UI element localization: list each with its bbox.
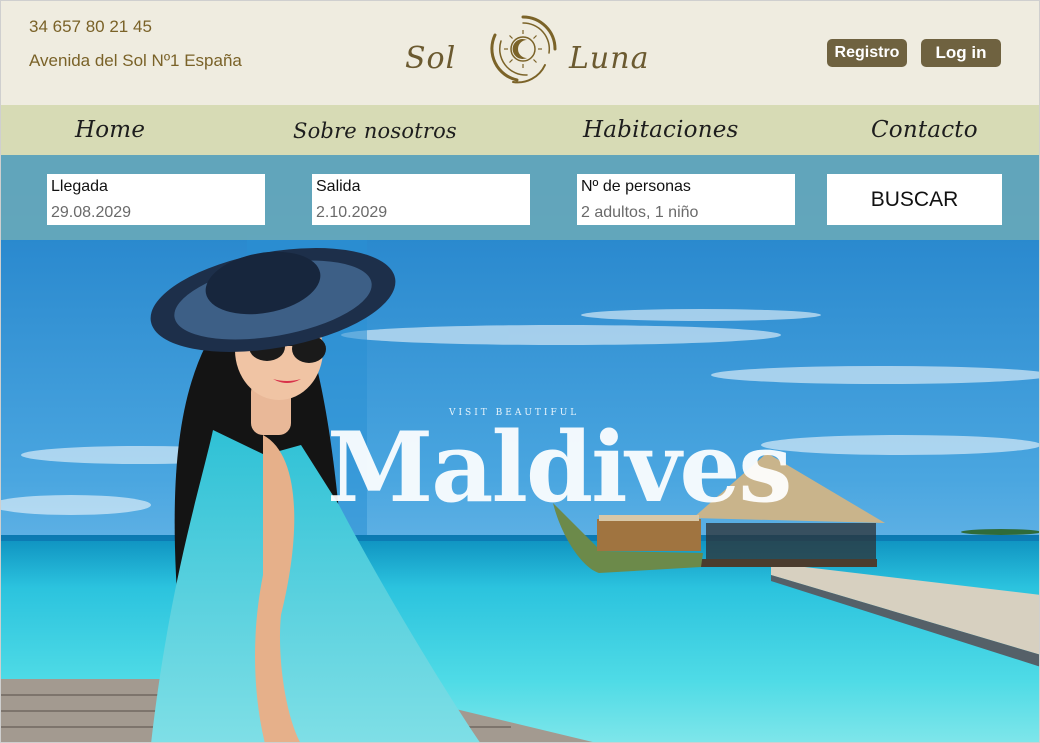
register-button[interactable]: Registro <box>827 39 907 67</box>
nav-contact[interactable]: Contacto <box>871 117 978 143</box>
logo-text-sol: Sol <box>405 41 457 76</box>
guests-field[interactable]: Nº de personas 2 adultos, 1 niño <box>577 174 795 225</box>
departure-value: 2.10.2029 <box>316 204 388 221</box>
phone-number: 34 657 80 21 45 <box>29 17 152 36</box>
main-nav: Home Sobre nosotros Habitaciones Contact… <box>1 105 1039 155</box>
departure-label: Salida <box>316 178 361 195</box>
nav-rooms[interactable]: Habitaciones <box>583 117 739 143</box>
guests-value: 2 adultos, 1 niño <box>581 204 699 221</box>
hero-title: Maldives <box>327 411 792 524</box>
arrival-value: 29.08.2029 <box>51 204 132 221</box>
page: 34 657 80 21 45 Avenida del Sol Nº1 Espa… <box>0 0 1040 743</box>
arrival-date-field[interactable]: Llegada 29.08.2029 <box>47 174 265 225</box>
address: Avenida del Sol Nº1 España <box>29 51 242 70</box>
logo-text-luna: Luna <box>569 41 650 76</box>
nav-about-us[interactable]: Sobre nosotros <box>293 119 457 143</box>
sun-moon-icon <box>490 15 557 84</box>
search-button[interactable]: BUSCAR <box>827 174 1002 225</box>
guests-label: Nº de personas <box>581 178 691 195</box>
logo[interactable]: Sol Luna <box>401 11 651 89</box>
top-header: 34 657 80 21 45 Avenida del Sol Nº1 Espa… <box>1 1 1039 105</box>
booking-bar: Llegada 29.08.2029 Salida 2.10.2029 Nº d… <box>1 155 1039 240</box>
login-button[interactable]: Log in <box>921 39 1001 67</box>
arrival-label: Llegada <box>51 178 108 195</box>
departure-date-field[interactable]: Salida 2.10.2029 <box>312 174 530 225</box>
nav-home[interactable]: Home <box>75 117 145 143</box>
